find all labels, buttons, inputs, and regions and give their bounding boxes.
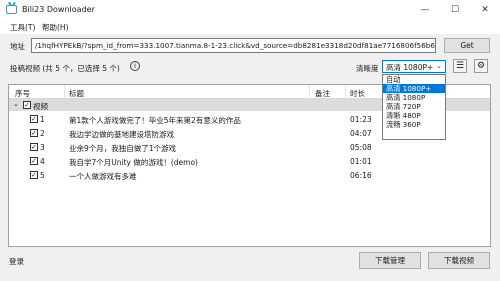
quality-option[interactable]: 高清 720P [383,102,445,111]
quality-select[interactable]: 高清 1080P+ ⌄ [382,60,446,73]
column-header-note[interactable]: 备注 [315,88,330,99]
group-label: 视频 [33,102,48,111]
row-checkbox[interactable]: ✓ [30,129,38,137]
table-row[interactable]: ✓ 3 业余9个月，我独自做了1个游戏 05:08 [9,141,490,153]
get-button[interactable]: Get [444,38,490,53]
row-duration: 01:23 [350,115,372,124]
row-checkbox[interactable]: ✓ [30,171,38,179]
login-link[interactable]: 登录 [9,256,24,267]
quality-option[interactable]: 高清 1080P [383,93,445,102]
address-label: 地址 [10,42,25,51]
quality-option[interactable]: 清晰 480P [383,111,445,120]
row-index: 1 [40,115,45,124]
row-checkbox[interactable]: ✓ [30,143,38,151]
column-header-index[interactable]: 序号 [15,88,30,99]
close-button[interactable]: ✕ [470,0,500,20]
row-title: 一个人做游戏有多难 [69,172,137,181]
group-checkbox[interactable]: ✓ [23,101,31,109]
row-checkbox[interactable]: ✓ [30,157,38,165]
menu-tools[interactable]: 工具(T) [10,22,35,33]
row-index: 3 [40,143,45,152]
quality-label: 清晰度 [356,64,379,73]
row-duration: 01:01 [350,157,372,166]
minimize-button[interactable]: — [410,0,440,20]
quality-option[interactable]: 自动 [383,75,445,84]
info-icon[interactable]: i [130,61,140,71]
title-bar: Bili23 Downloader — ☐ ✕ [0,0,500,20]
row-checkbox[interactable]: ✓ [30,115,38,123]
column-header-title[interactable]: 标题 [69,88,84,99]
video-count-text: 投稿视频 (共 5 个，已选择 5 个) [10,64,120,73]
menu-help[interactable]: 帮助(H) [42,22,69,33]
table-row[interactable]: ✓ 5 一个人做游戏有多难 06:16 [9,169,490,181]
column-divider [309,85,310,99]
row-duration: 06:16 [350,171,372,180]
window-title: Bili23 Downloader [22,5,95,14]
quality-dropdown-list: 自动 高清 1080P+ 高清 1080P 高清 720P 清晰 480P 流畅… [382,74,446,140]
column-divider [64,85,65,99]
maximize-button[interactable]: ☐ [440,0,470,20]
quality-selected-value: 高清 1080P+ [386,63,434,72]
chevron-down-icon: ⌄ [436,62,442,70]
download-manager-button[interactable]: 下载管理 [359,252,421,269]
quality-option-selected[interactable]: 高清 1080P+ [383,84,445,93]
row-index: 2 [40,129,45,138]
row-duration: 05:08 [350,143,372,152]
settings-icon[interactable]: ⚙ [474,59,488,73]
row-title: 我边学边做的基地建设塔防游戏 [69,130,174,139]
row-title: 第1款个人游戏做完了！毕业5年来第2有意义的作品 [69,116,241,125]
column-header-duration[interactable]: 时长 [350,88,365,99]
menu-bar: 工具(T) 帮助(H) [0,20,500,34]
list-icon[interactable]: ☰ [453,59,467,73]
row-duration: 04:07 [350,129,372,138]
download-video-button[interactable]: 下载视频 [428,252,490,269]
bilibili-tv-icon [6,5,17,14]
row-title: 业余9个月，我独自做了1个游戏 [69,144,177,153]
collapse-icon[interactable]: ⌄ [13,100,19,108]
address-input[interactable]: /1hqfHYPEkB/?spm_id_from=333.1007.tianma… [31,38,436,53]
column-divider [345,85,346,99]
table-row[interactable]: ✓ 4 我自学7个月Unity 做的游戏！(demo) 01:01 [9,155,490,167]
row-index: 5 [40,171,45,180]
quality-option[interactable]: 流畅 360P [383,120,445,129]
row-title: 我自学7个月Unity 做的游戏！(demo) [69,158,198,167]
row-index: 4 [40,157,45,166]
